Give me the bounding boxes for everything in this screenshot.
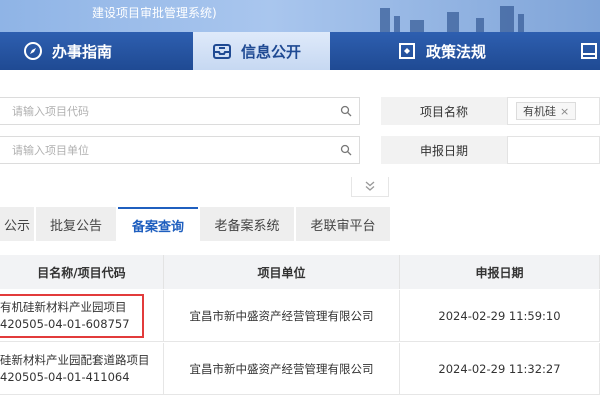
collapse-toggle[interactable] bbox=[351, 177, 389, 197]
skyline-decoration bbox=[410, 20, 424, 32]
tab-filing-query[interactable]: 备案查询 bbox=[118, 207, 198, 241]
selected-tag: 有机硅 × bbox=[516, 102, 577, 120]
compass-icon bbox=[22, 40, 44, 62]
skyline-decoration bbox=[500, 6, 514, 32]
table-row[interactable]: 硅新材料产业园配套道路项目 420505-04-01-411064 宜昌市新中盛… bbox=[0, 343, 600, 395]
window-icon bbox=[578, 40, 600, 62]
project-name-label: 项目名称 bbox=[381, 97, 507, 125]
nav-item-label: 办事指南 bbox=[52, 42, 113, 61]
main-nav: 办事指南 信息公开 政策法规 bbox=[0, 32, 600, 70]
search-icon[interactable] bbox=[333, 105, 359, 117]
column-header-date: 申报日期 bbox=[400, 255, 600, 289]
project-unit-field[interactable] bbox=[0, 136, 360, 164]
query-tabs: 公示 批复公告 备案查询 老备案系统 老联审平台 bbox=[0, 207, 600, 241]
project-code-field[interactable] bbox=[0, 97, 360, 125]
column-header-name: 目名称/项目代码 bbox=[0, 255, 164, 289]
nav-item-label: 政策法规 bbox=[426, 42, 487, 61]
close-icon[interactable]: × bbox=[560, 105, 569, 118]
skyline-decoration bbox=[394, 16, 400, 32]
project-name-cell[interactable]: 硅新材料产业园配套道路项目 420505-04-01-411064 bbox=[0, 343, 164, 395]
project-name-select[interactable]: 有机硅 × bbox=[507, 97, 600, 125]
tab-publicity[interactable]: 公示 bbox=[0, 207, 34, 241]
tag-label: 有机硅 bbox=[523, 105, 556, 118]
nav-item-policy[interactable]: 政策法规 bbox=[396, 32, 486, 70]
report-date: 2024-02-29 11:32:27 bbox=[400, 343, 600, 395]
report-date-label: 申报日期 bbox=[381, 136, 507, 164]
project-name-cell[interactable]: 有机硅新材料产业园项目 420505-04-01-608757 bbox=[0, 290, 164, 342]
skyline-decoration bbox=[518, 14, 524, 32]
document-icon bbox=[396, 40, 418, 62]
project-unit: 宜昌市新中盛资产经营管理有限公司 bbox=[164, 290, 400, 342]
double-chevron-down-icon bbox=[364, 177, 376, 196]
tab-old-filing-system[interactable]: 老备案系统 bbox=[200, 207, 294, 241]
header-banner: 建设项目审批管理系统) bbox=[0, 0, 600, 32]
skyline-decoration bbox=[447, 12, 459, 32]
project-code: 420505-04-01-608757 bbox=[0, 317, 130, 331]
project-code: 420505-04-01-411064 bbox=[0, 370, 130, 384]
nav-item-more[interactable] bbox=[578, 32, 600, 70]
skyline-decoration bbox=[476, 18, 484, 32]
nav-item-info[interactable]: 信息公开 bbox=[193, 32, 330, 70]
project-unit-input[interactable] bbox=[0, 137, 333, 163]
skyline-decoration bbox=[380, 8, 390, 32]
report-date-picker[interactable] bbox=[507, 136, 600, 164]
nav-item-label: 信息公开 bbox=[241, 42, 302, 61]
tab-old-joint-review[interactable]: 老联审平台 bbox=[296, 207, 390, 241]
table-row[interactable]: 有机硅新材料产业园项目 420505-04-01-608757 宜昌市新中盛资产… bbox=[0, 290, 600, 342]
nav-item-guide[interactable]: 办事指南 bbox=[22, 32, 112, 70]
project-code-input[interactable] bbox=[0, 98, 333, 124]
tab-approval-notice[interactable]: 批复公告 bbox=[36, 207, 116, 241]
search-icon[interactable] bbox=[333, 144, 359, 156]
project-name[interactable]: 有机硅新材料产业园项目 bbox=[0, 299, 127, 316]
project-name[interactable]: 硅新材料产业园配套道路项目 bbox=[0, 352, 150, 369]
inbox-icon bbox=[211, 40, 233, 62]
column-header-unit: 项目单位 bbox=[164, 255, 400, 289]
report-date: 2024-02-29 11:59:10 bbox=[400, 290, 600, 342]
project-unit: 宜昌市新中盛资产经营管理有限公司 bbox=[164, 343, 400, 395]
site-title: 建设项目审批管理系统) bbox=[92, 6, 217, 20]
